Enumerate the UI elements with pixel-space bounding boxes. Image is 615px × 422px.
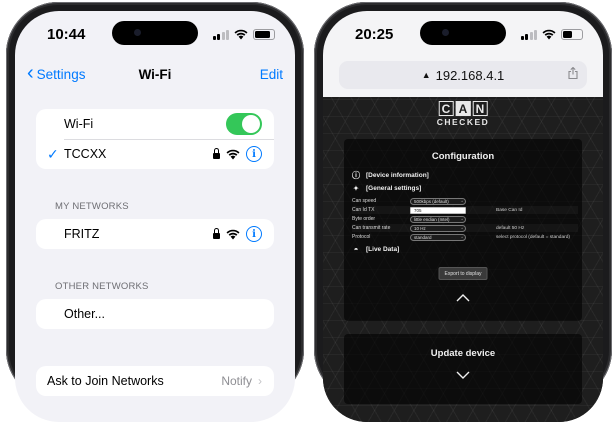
navigation-bar: ‹ Settings Wi-Fi Edit (15, 59, 295, 89)
other-networks-header: OTHER NETWORKS (55, 281, 149, 292)
other-networks-group: Other... (36, 299, 274, 329)
cellular-signal-icon (520, 29, 537, 40)
general-settings-section[interactable]: ✦ [General settings] (352, 183, 422, 193)
info-icon[interactable]: i (246, 146, 262, 162)
iphone-left: 10:44 ‹ Settings Wi-Fi Edit Wi-Fi ✓ TCCX… (6, 2, 304, 422)
wifi-toggle[interactable] (226, 113, 262, 135)
my-networks-group: FRITZ i (36, 219, 274, 249)
iphone-right: 20:25 ▲ 192.168.4.1 C A N CHECKED Config… (314, 2, 612, 422)
gauge-icon: ◓ (353, 244, 359, 254)
setting-row-transmit-rate: Can transmit rate 10 Hz ◦ default 50 Hz (352, 224, 578, 232)
byte-order-select[interactable]: little endian (Intel) ◦ (410, 215, 466, 223)
wifi-icon (226, 229, 240, 239)
dropdown-icon: ◦ (461, 198, 463, 205)
status-time: 20:25 (355, 26, 394, 43)
transmit-rate-select[interactable]: 10 Hz ◦ (410, 224, 466, 232)
info-icon: ⓘ (352, 170, 360, 180)
update-device-title: Update device (430, 348, 496, 359)
wifi-status-icon (234, 29, 248, 39)
lock-icon (213, 147, 220, 159)
my-networks-header: MY NETWORKS (55, 201, 129, 212)
dynamic-island (112, 21, 198, 45)
address-bar[interactable]: ▲ 192.168.4.1 (339, 61, 587, 89)
setting-row-can-speed: Can speed 500kbps (default) ◦ (352, 197, 578, 205)
export-to-display-button[interactable]: Export to display (438, 267, 488, 280)
checkmark-icon: ✓ (47, 145, 59, 162)
dynamic-island (420, 21, 506, 45)
dropdown-icon: ◦ (461, 225, 463, 232)
connected-network-row[interactable]: ✓ TCCXX i (36, 139, 274, 169)
wifi-group: Wi-Fi ✓ TCCXX i (36, 109, 274, 169)
battery-icon (253, 28, 275, 40)
can-checked-logo: C A N CHECKED (436, 101, 490, 127)
can-id-tx-input[interactable]: 705 (410, 206, 466, 214)
other-network-row[interactable]: Other... (36, 299, 274, 329)
chevron-down-icon[interactable] (456, 370, 470, 380)
live-data-section[interactable]: ◓ [Live Data] (352, 244, 400, 254)
chevron-right-icon: › (258, 374, 262, 388)
battery-icon (561, 28, 583, 40)
web-content: C A N CHECKED Configuration ⓘ [Device in… (323, 97, 603, 422)
setting-row-protocol: Protocol standard ◦ select protocol (defa… (352, 233, 570, 241)
browser-screen: 20:25 ▲ 192.168.4.1 C A N CHECKED Config… (323, 11, 603, 422)
url-text: 192.168.4.1 (435, 67, 505, 83)
lock-icon (213, 227, 220, 239)
chevron-up-icon[interactable] (456, 293, 470, 303)
other-network-label: Other... (64, 307, 105, 321)
status-icons (520, 28, 583, 40)
protocol-select[interactable]: standard ◦ (410, 233, 466, 241)
configuration-title: Configuration (431, 151, 495, 162)
network-name: FRITZ (64, 227, 100, 241)
page-title: Wi-Fi (138, 67, 172, 82)
status-icons (212, 28, 275, 40)
ask-join-row[interactable]: Ask to Join Networks Notify › (36, 366, 274, 396)
ask-join-label: Ask to Join Networks (47, 374, 164, 388)
settings-icon: ✦ (352, 183, 360, 193)
wifi-toggle-row: Wi-Fi (36, 109, 274, 139)
share-icon[interactable] (568, 67, 578, 79)
setting-row-can-id-tx: Can Id TX 705 Base Can Id (352, 206, 578, 214)
info-icon[interactable]: i (246, 226, 262, 242)
dropdown-icon: ◦ (461, 216, 463, 223)
wifi-icon (226, 149, 240, 159)
can-speed-select[interactable]: 500kbps (default) ◦ (410, 197, 466, 205)
dropdown-icon: ◦ (461, 234, 463, 241)
wifi-status-icon (542, 29, 556, 39)
edit-button[interactable]: Edit (260, 67, 283, 82)
configuration-card: Configuration ⓘ [Device information] ✦ [… (344, 139, 582, 321)
connected-network-name: TCCXX (64, 147, 107, 161)
wifi-settings-screen: 10:44 ‹ Settings Wi-Fi Edit Wi-Fi ✓ TCCX… (15, 11, 295, 422)
ask-join-value: Notify › (221, 374, 262, 388)
lock-icon: ▲ (421, 70, 431, 80)
network-row-fritz[interactable]: FRITZ i (36, 219, 274, 249)
wifi-label: Wi-Fi (64, 117, 94, 131)
status-time: 10:44 (47, 26, 86, 43)
cellular-signal-icon (212, 29, 229, 40)
device-info-section[interactable]: ⓘ [Device information] (352, 170, 429, 180)
setting-row-byte-order: Byte order little endian (Intel) ◦ (352, 215, 578, 223)
ask-join-group: Ask to Join Networks Notify › (36, 366, 274, 396)
